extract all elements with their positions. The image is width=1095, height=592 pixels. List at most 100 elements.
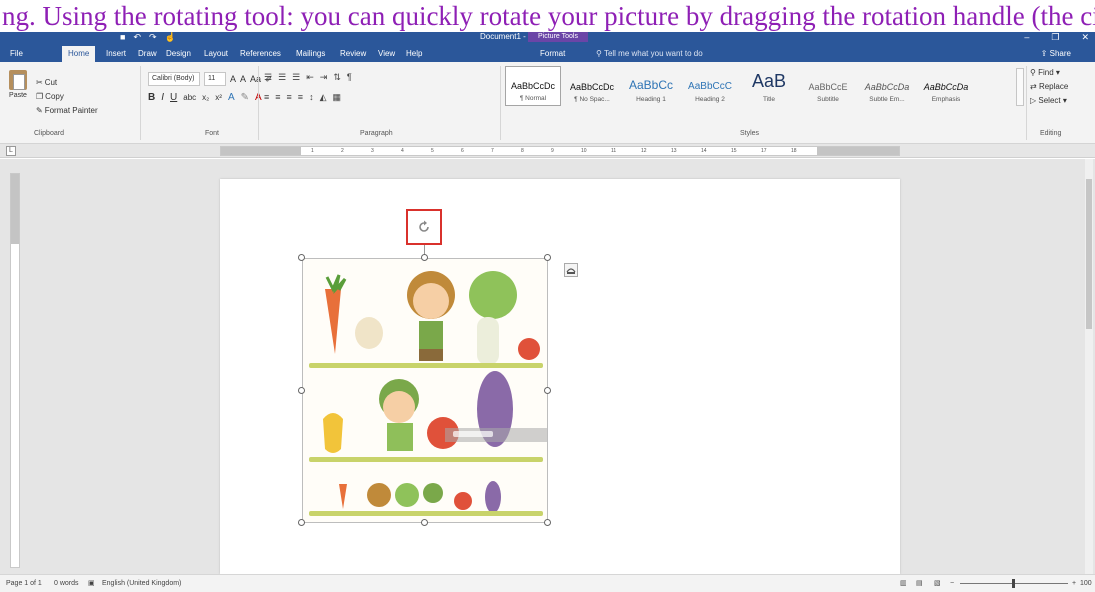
cut-button[interactable]: ✂ Cut <box>36 78 57 87</box>
tab-design[interactable]: Design <box>166 46 191 62</box>
page-count[interactable]: Page 1 of 1 <box>6 575 42 592</box>
save-icon[interactable]: ■ <box>120 32 125 42</box>
bold-icon[interactable]: B <box>148 92 155 103</box>
font-size-select[interactable]: 11 <box>204 72 226 86</box>
proofing-icon[interactable]: ▣ <box>88 575 95 592</box>
style-title[interactable]: AaB Title <box>741 66 797 106</box>
horizontal-ruler[interactable]: 1 2 3 4 5 6 7 8 9 10 11 12 13 14 15 17 18 <box>220 146 900 156</box>
zoom-slider-thumb[interactable] <box>1012 579 1015 588</box>
align-center-icon[interactable]: ≡ <box>275 92 280 103</box>
tab-home[interactable]: Home <box>62 46 96 62</box>
resize-handle-top[interactable] <box>421 254 428 261</box>
tab-help[interactable]: Help <box>406 46 422 62</box>
shelf-line <box>309 511 543 516</box>
layout-options-button[interactable] <box>564 263 578 277</box>
close-button[interactable]: ✕ <box>1081 32 1089 42</box>
format-painter-button[interactable]: ✎ Format Painter <box>36 106 98 115</box>
cabbage-small-shape <box>395 483 419 507</box>
vegetables-picture[interactable] <box>302 258 548 523</box>
change-case-icon[interactable]: Aa <box>250 74 261 84</box>
pepper-shape <box>323 413 343 453</box>
line-spacing-icon[interactable]: ↕ <box>309 92 314 103</box>
superscript-icon[interactable]: x² <box>215 93 222 102</box>
ruler-number: 6 <box>461 148 464 154</box>
font-name-select[interactable]: Calibri (Body) <box>148 72 200 86</box>
touch-mode-icon[interactable]: ☝ <box>165 32 176 42</box>
right-margin-shade <box>817 147 899 155</box>
text-effects-icon[interactable]: A <box>228 92 235 103</box>
subscript-icon[interactable]: x₂ <box>202 93 209 102</box>
copy-button[interactable]: ❐ Copy <box>36 92 64 101</box>
vertical-ruler[interactable] <box>10 173 20 568</box>
tab-references[interactable]: References <box>240 46 281 62</box>
sort-icon[interactable]: ⇅ <box>333 72 341 83</box>
replace-button[interactable]: ⇄ Replace <box>1030 82 1068 91</box>
increase-indent-icon[interactable]: ⇥ <box>320 72 328 83</box>
zoom-level[interactable]: 100 <box>1080 575 1092 592</box>
vertical-scrollbar[interactable] <box>1085 159 1093 574</box>
read-mode-icon[interactable]: ▥ <box>900 575 907 592</box>
style-heading-1[interactable]: AaBbCc Heading 1 <box>623 66 679 106</box>
multilevel-list-icon[interactable]: ☰ <box>292 72 300 83</box>
italic-icon[interactable]: I <box>161 92 164 103</box>
underline-icon[interactable]: U <box>170 92 177 103</box>
zoom-out-icon[interactable]: − <box>950 575 954 592</box>
select-button[interactable]: ▷ Select ▾ <box>1030 96 1068 105</box>
language-indicator[interactable]: English (United Kingdom) <box>102 575 181 592</box>
resize-handle-bottom-right[interactable] <box>544 519 551 526</box>
tab-format[interactable]: Format <box>540 46 565 62</box>
find-label: Find <box>1038 68 1054 77</box>
style-normal[interactable]: AaBbCcDc ¶ Normal <box>505 66 561 106</box>
style-subtitle[interactable]: AaBbCcE Subtitle <box>800 66 856 106</box>
tab-layout[interactable]: Layout <box>204 46 228 62</box>
tab-view[interactable]: View <box>378 46 395 62</box>
tab-file[interactable]: File <box>10 46 23 62</box>
tomato-small-shape <box>518 338 540 360</box>
decrease-indent-icon[interactable]: ⇤ <box>306 72 314 83</box>
borders-icon[interactable]: ▦ <box>332 92 341 103</box>
redo-icon[interactable]: ↷ <box>149 32 157 42</box>
web-layout-icon[interactable]: ▧ <box>934 575 941 592</box>
shrink-font-icon[interactable]: A <box>240 74 246 84</box>
align-right-icon[interactable]: ≡ <box>287 92 292 103</box>
styles-more-button[interactable] <box>1016 68 1024 106</box>
rotate-handle-highlight[interactable] <box>406 209 442 245</box>
tab-review[interactable]: Review <box>340 46 366 62</box>
tab-selector[interactable]: L <box>6 146 16 156</box>
bullets-icon[interactable]: ☰ <box>264 72 272 83</box>
tab-mailings[interactable]: Mailings <box>296 46 325 62</box>
align-left-icon[interactable]: ≡ <box>264 92 269 103</box>
tab-insert[interactable]: Insert <box>106 46 126 62</box>
share-button[interactable]: ⇪ Share <box>1041 46 1071 62</box>
strikethrough-icon[interactable]: abc <box>183 93 196 102</box>
paste-button[interactable]: Paste <box>6 70 30 118</box>
pilcrow-icon[interactable]: ¶ <box>347 72 352 83</box>
style-no-spacing[interactable]: AaBbCcDc ¶ No Spac... <box>564 66 620 106</box>
justify-icon[interactable]: ≡ <box>298 92 303 103</box>
undo-icon[interactable]: ↶ <box>133 32 141 42</box>
zoom-in-icon[interactable]: + <box>1072 575 1076 592</box>
grow-font-icon[interactable]: A <box>230 74 236 84</box>
style-emphasis[interactable]: AaBbCcDa Emphasis <box>918 66 974 106</box>
resize-handle-top-right[interactable] <box>544 254 551 261</box>
word-count[interactable]: 0 words <box>54 575 79 592</box>
restore-button[interactable]: ❐ <box>1051 32 1059 42</box>
tell-me-search[interactable]: ⚲ Tell me what you want to do <box>596 46 703 62</box>
paste-label: Paste <box>9 92 27 99</box>
resize-handle-right[interactable] <box>544 387 551 394</box>
numbering-icon[interactable]: ☰ <box>278 72 286 83</box>
resize-handle-left[interactable] <box>298 387 305 394</box>
resize-handle-bottom-left[interactable] <box>298 519 305 526</box>
resize-handle-top-left[interactable] <box>298 254 305 261</box>
top-margin-shade <box>11 174 19 244</box>
resize-handle-bottom[interactable] <box>421 519 428 526</box>
minimize-button[interactable]: – <box>1024 32 1029 42</box>
highlight-icon[interactable]: ✎ <box>241 92 249 103</box>
find-button[interactable]: ⚲ Find ▾ <box>1030 68 1068 77</box>
print-layout-icon[interactable]: ▤ <box>916 575 923 592</box>
style-heading-2[interactable]: AaBbCcC Heading 2 <box>682 66 738 106</box>
scrollbar-thumb[interactable] <box>1086 179 1092 329</box>
shading-icon[interactable]: ◭ <box>320 92 327 103</box>
tab-draw[interactable]: Draw <box>138 46 157 62</box>
style-subtle-emphasis[interactable]: AaBbCcDa Subtle Em... <box>859 66 915 106</box>
